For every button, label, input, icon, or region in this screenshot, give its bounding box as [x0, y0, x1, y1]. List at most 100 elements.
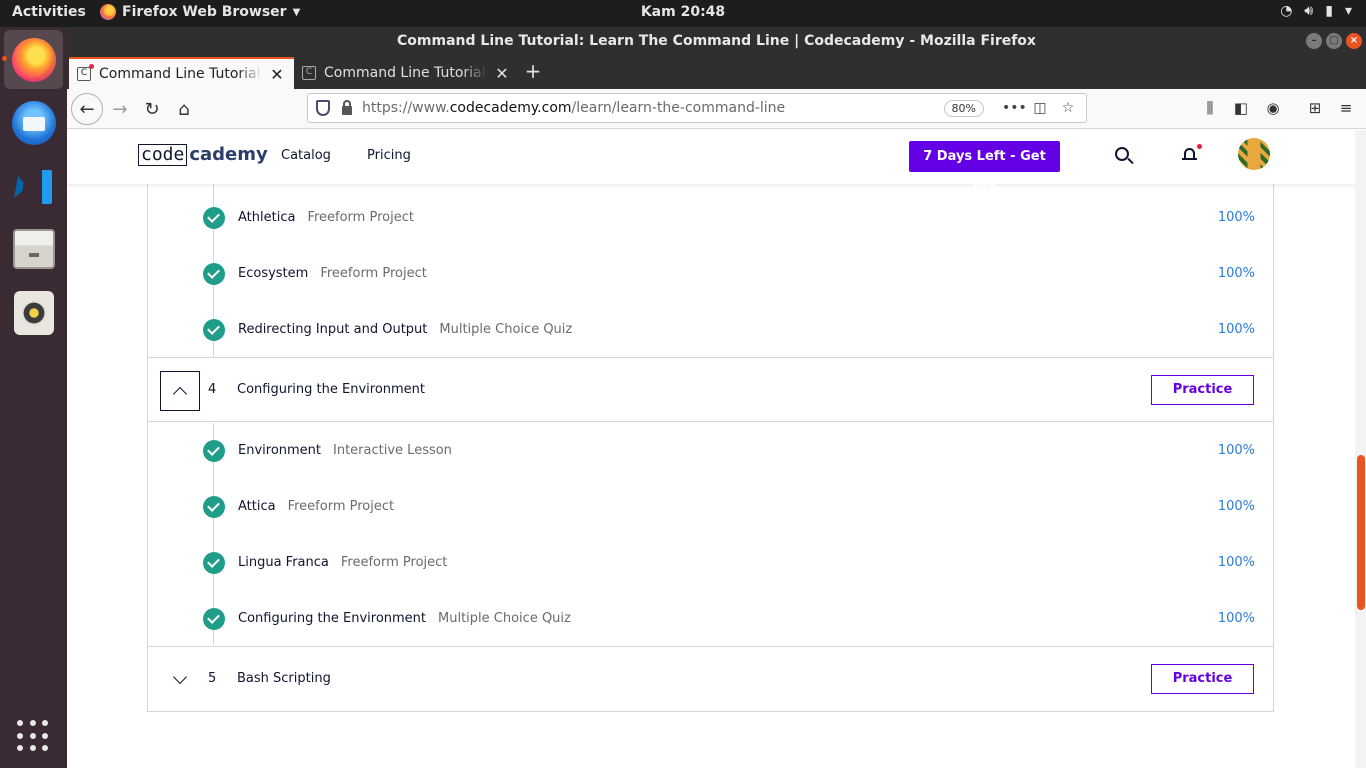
list-item[interactable]: Configuring the Environment Multiple Choi…: [148, 587, 1273, 643]
completed-check-icon: [203, 207, 225, 229]
url-domain: codecademy.com: [449, 100, 572, 116]
notifications-bell-icon[interactable]: [1182, 144, 1202, 162]
pocket-icon[interactable]: ◫: [1030, 100, 1050, 116]
get-pro-button[interactable]: 7 Days Left - Get Pro: [909, 141, 1060, 195]
rhythmbox-icon: [13, 290, 54, 335]
volume-icon: 🔊︎: [1304, 3, 1314, 19]
module-header[interactable]: 5 Bash Scripting Practice: [148, 646, 1273, 711]
practice-button[interactable]: Practice: [1151, 664, 1254, 694]
lesson-title[interactable]: Redirecting Input and Output: [238, 322, 427, 337]
tracking-protection-shield-icon[interactable]: [316, 100, 330, 116]
lesson-title[interactable]: Environment: [238, 443, 321, 458]
forward-button[interactable]: →: [105, 94, 135, 124]
lesson-progress: 100%: [1217, 555, 1255, 570]
completed-check-icon: [203, 440, 225, 462]
url-prefix: https://www.: [362, 100, 450, 116]
avatar[interactable]: [1238, 138, 1270, 170]
lesson-title[interactable]: Ecosystem: [238, 266, 308, 281]
lesson-title[interactable]: Athletica: [238, 210, 295, 225]
back-button[interactable]: ←: [71, 93, 103, 125]
search-icon[interactable]: [1115, 147, 1129, 161]
reload-button[interactable]: ↻: [137, 94, 167, 124]
activities-button[interactable]: Activities: [12, 4, 86, 20]
expand-chevron-down-icon[interactable]: [160, 660, 200, 700]
battery-icon: ▮: [1325, 3, 1333, 19]
url-text[interactable]: https://www.codecademy.com/learn/learn-t…: [362, 100, 944, 116]
new-tab-button[interactable]: +: [522, 61, 544, 83]
list-item[interactable]: Attica Freeform Project 100%: [148, 475, 1273, 531]
syllabus-panel: Athletica Freeform Project 100% Ecosystem…: [147, 130, 1274, 712]
firefox-icon: [11, 37, 56, 82]
dock-vscode[interactable]: [4, 156, 63, 215]
dock-rhythmbox[interactable]: [4, 283, 63, 342]
lesson-type: Freeform Project: [287, 499, 395, 514]
lesson-title[interactable]: Attica: [238, 499, 276, 514]
site-header: code cademy Catalog Pricing 7 Days Left -…: [67, 130, 1355, 195]
dock-files[interactable]: [4, 219, 63, 278]
maximize-button[interactable]: □: [1326, 33, 1342, 49]
tab-bar: C Command Line Tutorial: Le ✕ C Command …: [67, 55, 1366, 89]
completed-check-icon: [203, 319, 225, 341]
dock-thunderbird[interactable]: [4, 93, 63, 152]
minimize-button[interactable]: –: [1306, 33, 1322, 49]
dock-firefox[interactable]: [2, 30, 63, 89]
completed-check-icon: [203, 552, 225, 574]
url-bar[interactable]: https://www.codecademy.com/learn/learn-t…: [307, 93, 1087, 123]
lesson-type: Interactive Lesson: [333, 443, 452, 458]
list-item[interactable]: Lingua Franca Freeform Project 100%: [148, 531, 1273, 587]
tab-label: Command Line Tutorial: Le: [324, 65, 487, 81]
logo-code: code: [138, 144, 188, 166]
zoom-level-badge[interactable]: 80%: [943, 99, 984, 117]
sidebar-icon[interactable]: ◧: [1231, 99, 1251, 119]
dock: [0, 27, 67, 768]
files-icon: [12, 228, 55, 269]
hamburger-menu-icon[interactable]: ≡: [1336, 99, 1356, 119]
completed-check-icon: [203, 608, 225, 630]
bookmark-star-icon[interactable]: ☆: [1058, 100, 1078, 116]
module-title[interactable]: Bash Scripting: [237, 671, 331, 686]
list-item[interactable]: Environment Interactive Lesson 100%: [148, 419, 1273, 475]
account-icon[interactable]: ◉: [1263, 99, 1283, 119]
tab-active[interactable]: C Command Line Tutorial: Le ✕: [69, 57, 294, 89]
page-viewport: code cademy Catalog Pricing 7 Days Left -…: [67, 130, 1355, 768]
home-button[interactable]: ⌂: [169, 94, 199, 124]
list-item[interactable]: Ecosystem Freeform Project 100%: [148, 242, 1273, 298]
close-tab-icon[interactable]: ✕: [268, 65, 286, 84]
nav-catalog[interactable]: Catalog: [281, 148, 331, 163]
logo-cademy: cademy: [189, 144, 268, 165]
scrollbar-thumb[interactable]: [1357, 455, 1365, 610]
navigation-toolbar: ← → ↻ ⌂ https://www.codecademy.com/learn…: [67, 89, 1366, 129]
page-scrollbar[interactable]: [1355, 130, 1366, 768]
nav-pricing[interactable]: Pricing: [367, 148, 411, 163]
list-item[interactable]: Redirecting Input and Output Multiple Cho…: [148, 298, 1273, 354]
module-title[interactable]: Configuring the Environment: [237, 382, 425, 397]
list-item[interactable]: Athletica Freeform Project 100%: [148, 186, 1273, 242]
page-actions-icon[interactable]: •••: [1002, 100, 1027, 116]
close-window-button[interactable]: ×: [1346, 33, 1362, 49]
url-path: /learn/learn-the-command-line: [571, 100, 786, 116]
system-tray[interactable]: ◔ 🔊︎ ▮ ▾: [1280, 3, 1352, 19]
module-header[interactable]: 4 Configuring the Environment Practice: [148, 357, 1273, 422]
lesson-type: Freeform Project: [307, 210, 414, 225]
library-icon[interactable]: ⫼: [1200, 99, 1220, 119]
caret-down-icon: ▼: [292, 6, 301, 18]
lesson-title[interactable]: Lingua Franca: [238, 555, 329, 570]
collapse-chevron-up-icon[interactable]: [160, 371, 200, 411]
extensions-icon[interactable]: ⊞: [1305, 99, 1325, 119]
lesson-title[interactable]: Configuring the Environment: [238, 611, 426, 626]
tab-inactive[interactable]: C Command Line Tutorial: Le ✕: [294, 57, 519, 89]
app-menu[interactable]: Firefox Web Browser ▼: [100, 4, 300, 20]
lesson-progress: 100%: [1217, 266, 1255, 281]
lock-icon[interactable]: [342, 99, 352, 115]
thunderbird-icon: [11, 100, 56, 145]
module-number: 5: [208, 671, 217, 686]
lesson-progress: 100%: [1217, 322, 1255, 337]
lesson-type: Freeform Project: [340, 555, 448, 570]
close-tab-icon[interactable]: ✕: [493, 64, 511, 83]
codecademy-favicon-icon: C: [77, 64, 94, 81]
window-controls: – □ ×: [1306, 33, 1362, 49]
practice-button[interactable]: Practice: [1151, 375, 1254, 405]
show-applications-icon[interactable]: [17, 720, 49, 752]
codecademy-logo[interactable]: code cademy: [138, 144, 268, 166]
window-title: Command Line Tutorial: Learn The Command…: [397, 33, 1036, 49]
